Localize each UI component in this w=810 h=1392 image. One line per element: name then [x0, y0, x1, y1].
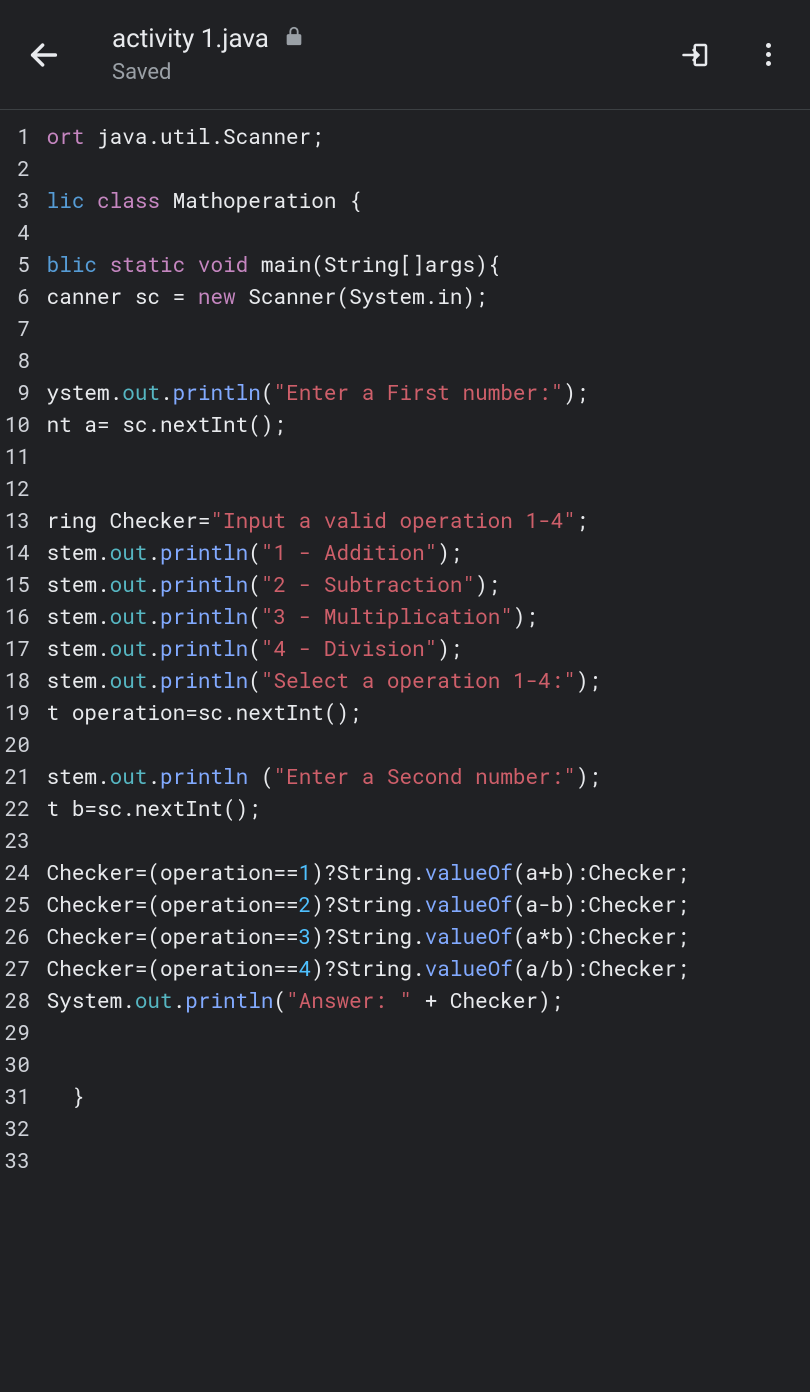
filename: activity 1.java [112, 24, 269, 54]
line-number: 23 [0, 824, 30, 856]
line-number: 1 [0, 120, 30, 152]
editor-header: activity 1.java Saved [0, 0, 810, 110]
back-button[interactable] [24, 35, 64, 75]
line-number: 27 [0, 952, 30, 984]
code-line[interactable]: nt a= sc.nextInt(); [34, 408, 810, 440]
line-number-gutter: 1234567891011121314151617181920212223242… [0, 120, 30, 1176]
line-number: 5 [0, 248, 30, 280]
saved-status: Saved [112, 60, 678, 85]
line-number: 22 [0, 792, 30, 824]
code-line[interactable]: ort java.util.Scanner; [34, 120, 810, 152]
more-menu-button[interactable] [750, 37, 786, 73]
code-line[interactable] [34, 152, 810, 184]
code-line[interactable]: stem.out.println("4 - Division"); [34, 632, 810, 664]
code-line[interactable]: ring Checker="Input a valid operation 1-… [34, 504, 810, 536]
code-line[interactable] [34, 312, 810, 344]
code-line[interactable]: t operation=sc.nextInt(); [34, 696, 810, 728]
line-number: 24 [0, 856, 30, 888]
code-line[interactable] [34, 1144, 810, 1176]
line-number: 16 [0, 600, 30, 632]
import-icon [681, 40, 711, 70]
line-number: 15 [0, 568, 30, 600]
arrow-left-icon [27, 38, 61, 72]
line-number: 11 [0, 440, 30, 472]
code-line[interactable]: t b=sc.nextInt(); [34, 792, 810, 824]
line-number: 14 [0, 536, 30, 568]
code-line[interactable]: stem.out.println("3 - Multiplication"); [34, 600, 810, 632]
line-number: 4 [0, 216, 30, 248]
line-number: 19 [0, 696, 30, 728]
lock-icon [283, 25, 305, 53]
code-line[interactable]: Checker=(operation==1)?String.valueOf(a+… [34, 856, 810, 888]
line-number: 29 [0, 1016, 30, 1048]
code-line[interactable] [34, 1048, 810, 1080]
line-number: 13 [0, 504, 30, 536]
code-line[interactable]: Checker=(operation==4)?String.valueOf(a/… [34, 952, 810, 984]
line-number: 9 [0, 376, 30, 408]
line-number: 17 [0, 632, 30, 664]
code-line[interactable] [34, 472, 810, 504]
code-content[interactable]: ort java.util.Scanner; lic class Mathope… [30, 120, 810, 1176]
line-number: 6 [0, 280, 30, 312]
title-block: activity 1.java Saved [112, 24, 678, 85]
code-line[interactable] [34, 216, 810, 248]
line-number: 2 [0, 152, 30, 184]
code-line[interactable]: stem.out.println("1 - Addition"); [34, 536, 810, 568]
code-line[interactable] [34, 728, 810, 760]
line-number: 32 [0, 1112, 30, 1144]
line-number: 21 [0, 760, 30, 792]
code-line[interactable]: lic class Mathoperation { [34, 184, 810, 216]
code-line[interactable]: Checker=(operation==2)?String.valueOf(a-… [34, 888, 810, 920]
code-line[interactable] [34, 440, 810, 472]
line-number: 25 [0, 888, 30, 920]
code-line[interactable]: Checker=(operation==3)?String.valueOf(a*… [34, 920, 810, 952]
line-number: 28 [0, 984, 30, 1016]
dot-icon [766, 61, 771, 66]
line-number: 3 [0, 184, 30, 216]
code-line[interactable]: System.out.println("Answer: " + Checker)… [34, 984, 810, 1016]
code-line[interactable] [34, 344, 810, 376]
code-line[interactable] [34, 824, 810, 856]
code-line[interactable]: canner sc = new Scanner(System.in); [34, 280, 810, 312]
code-line[interactable]: stem.out.println("2 - Subtraction"); [34, 568, 810, 600]
line-number: 10 [0, 408, 30, 440]
dot-icon [766, 52, 771, 57]
line-number: 12 [0, 472, 30, 504]
line-number: 18 [0, 664, 30, 696]
code-line[interactable]: } [34, 1080, 810, 1112]
line-number: 7 [0, 312, 30, 344]
import-button[interactable] [678, 37, 714, 73]
line-number: 31 [0, 1080, 30, 1112]
code-line[interactable] [34, 1112, 810, 1144]
line-number: 8 [0, 344, 30, 376]
line-number: 20 [0, 728, 30, 760]
code-editor[interactable]: 1234567891011121314151617181920212223242… [0, 110, 810, 1176]
header-actions [678, 37, 786, 73]
code-line[interactable]: stem.out.println("Select a operation 1-4… [34, 664, 810, 696]
code-line[interactable]: stem.out.println ("Enter a Second number… [34, 760, 810, 792]
line-number: 33 [0, 1144, 30, 1176]
code-line[interactable]: ystem.out.println("Enter a First number:… [34, 376, 810, 408]
line-number: 26 [0, 920, 30, 952]
line-number: 30 [0, 1048, 30, 1080]
dot-icon [766, 43, 771, 48]
code-line[interactable] [34, 1016, 810, 1048]
code-line[interactable]: blic static void main(String[]args){ [34, 248, 810, 280]
